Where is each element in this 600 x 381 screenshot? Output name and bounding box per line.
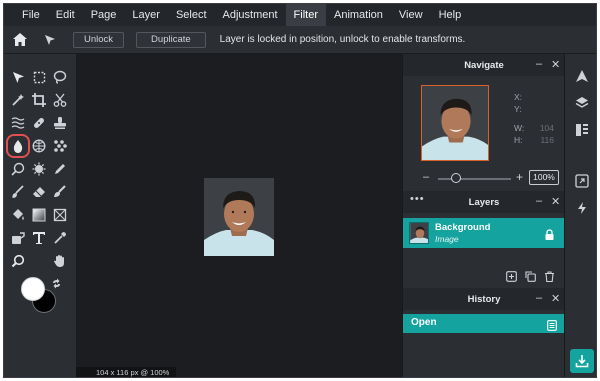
layers-panel-icon[interactable]	[573, 94, 591, 112]
menu-help[interactable]: Help	[431, 4, 470, 26]
minimize-icon[interactable]: –	[536, 195, 542, 207]
paint-icon[interactable]	[9, 229, 27, 247]
hand-icon[interactable]	[51, 252, 69, 270]
menu-view[interactable]: View	[391, 4, 431, 26]
lock-message: Layer is locked in position, unlock to e…	[219, 34, 466, 45]
document-icon	[547, 318, 557, 336]
duplicate-layer-icon[interactable]	[525, 269, 536, 287]
brush-icon[interactable]	[9, 183, 27, 201]
canvas-image[interactable]	[204, 178, 274, 256]
right-rail	[564, 54, 596, 377]
lightning-icon[interactable]	[573, 199, 591, 217]
home-icon[interactable]	[11, 31, 29, 49]
menu-select[interactable]: Select	[168, 4, 215, 26]
menu-filter[interactable]: Filter	[285, 4, 326, 26]
zoom-out-icon[interactable]: –	[423, 171, 429, 183]
close-icon[interactable]: ✕	[551, 195, 560, 208]
zoom-slider-handle[interactable]	[451, 173, 461, 183]
fill-icon[interactable]	[9, 206, 27, 224]
menu-bar: File Edit Page Layer Select Adjustment F…	[4, 4, 596, 26]
sponge-icon[interactable]	[30, 137, 48, 155]
magic-wand-icon[interactable]	[9, 91, 27, 109]
minimize-icon[interactable]: –	[536, 292, 542, 304]
minimize-icon[interactable]: –	[536, 58, 542, 70]
download-icon	[575, 355, 589, 368]
history-item-open[interactable]: Open	[403, 314, 565, 333]
gradient-icon[interactable]	[30, 206, 48, 224]
canvas-area[interactable]: 104 x 116 px @ 100%	[76, 54, 402, 377]
menu-page[interactable]: Page	[83, 4, 125, 26]
delete-layer-icon[interactable]	[544, 269, 555, 287]
zoom-slider-track[interactable]	[438, 178, 511, 180]
zoom-in-icon[interactable]: +	[516, 170, 523, 184]
pointer-icon[interactable]	[9, 68, 27, 86]
layer-type: Image	[435, 234, 459, 244]
dodge-icon[interactable]	[9, 160, 27, 178]
canvas-status: 104 x 116 px @ 100%	[76, 367, 176, 377]
history-panel-header: History – ✕	[403, 288, 565, 310]
pencil-icon[interactable]	[51, 160, 69, 178]
smudge-icon[interactable]	[51, 183, 69, 201]
text-icon[interactable]	[30, 229, 48, 247]
close-icon[interactable]: ✕	[551, 58, 560, 71]
add-layer-icon[interactable]	[506, 269, 517, 287]
zoom-level[interactable]: 100%	[529, 170, 559, 185]
navigator-thumbnail[interactable]	[421, 85, 489, 161]
lasso-icon[interactable]	[51, 68, 69, 86]
menu-file[interactable]: File	[14, 4, 48, 26]
close-icon[interactable]: ✕	[551, 292, 560, 305]
lock-icon[interactable]	[545, 227, 554, 245]
menu-layer[interactable]: Layer	[124, 4, 168, 26]
y-label: Y:	[514, 104, 522, 114]
eyedropper-icon[interactable]	[51, 229, 69, 247]
h-value: 116	[540, 135, 554, 145]
menu-edit[interactable]: Edit	[48, 4, 83, 26]
app-window: File Edit Page Layer Select Adjustment F…	[3, 3, 597, 378]
unlock-button[interactable]: Unlock	[73, 31, 125, 48]
shape-icon[interactable]	[51, 206, 69, 224]
w-value: 104	[539, 123, 554, 133]
menu-animation[interactable]: Animation	[326, 4, 391, 26]
scissors-icon[interactable]	[51, 91, 69, 109]
options-toolbar: Unlock Duplicate Layer is locked in posi…	[4, 26, 596, 54]
burn-icon[interactable]	[30, 160, 48, 178]
history-label: Open	[411, 317, 437, 328]
w-label: W:	[514, 123, 525, 133]
eraser-icon[interactable]	[30, 183, 48, 201]
menu-adjustment[interactable]: Adjustment	[215, 4, 286, 26]
crop-icon[interactable]	[30, 91, 48, 109]
swap-colors-icon[interactable]	[50, 277, 62, 289]
layer-name: Background	[435, 222, 491, 233]
navigate-panel-header: Navigate – ✕	[403, 54, 565, 76]
liquify-icon[interactable]	[9, 114, 27, 132]
history-panel-icon[interactable]	[573, 121, 591, 139]
fullscreen-icon[interactable]	[573, 172, 591, 190]
tools-panel	[4, 54, 76, 377]
blur-icon[interactable]	[6, 134, 30, 158]
x-label: X:	[514, 92, 523, 102]
pointer-icon[interactable]	[41, 31, 59, 49]
marquee-icon[interactable]	[30, 68, 48, 86]
right-panels: Navigate – ✕ X: Y: W: 104 H: 116 – + 100…	[402, 54, 565, 377]
h-label: H:	[514, 135, 523, 145]
heal-icon[interactable]	[30, 114, 48, 132]
navigate-panel-icon[interactable]	[573, 67, 591, 85]
layer-item-background[interactable]: Background Image	[403, 218, 565, 248]
stamp-icon[interactable]	[51, 114, 69, 132]
foreground-color-swatch[interactable]	[21, 277, 45, 301]
duplicate-button[interactable]: Duplicate	[136, 31, 206, 48]
pattern-icon[interactable]	[51, 137, 69, 155]
layers-panel-header: ••• Layers – ✕	[403, 191, 565, 213]
download-button[interactable]	[570, 349, 594, 373]
layer-thumbnail	[409, 222, 429, 244]
zoom-icon[interactable]	[9, 252, 27, 270]
